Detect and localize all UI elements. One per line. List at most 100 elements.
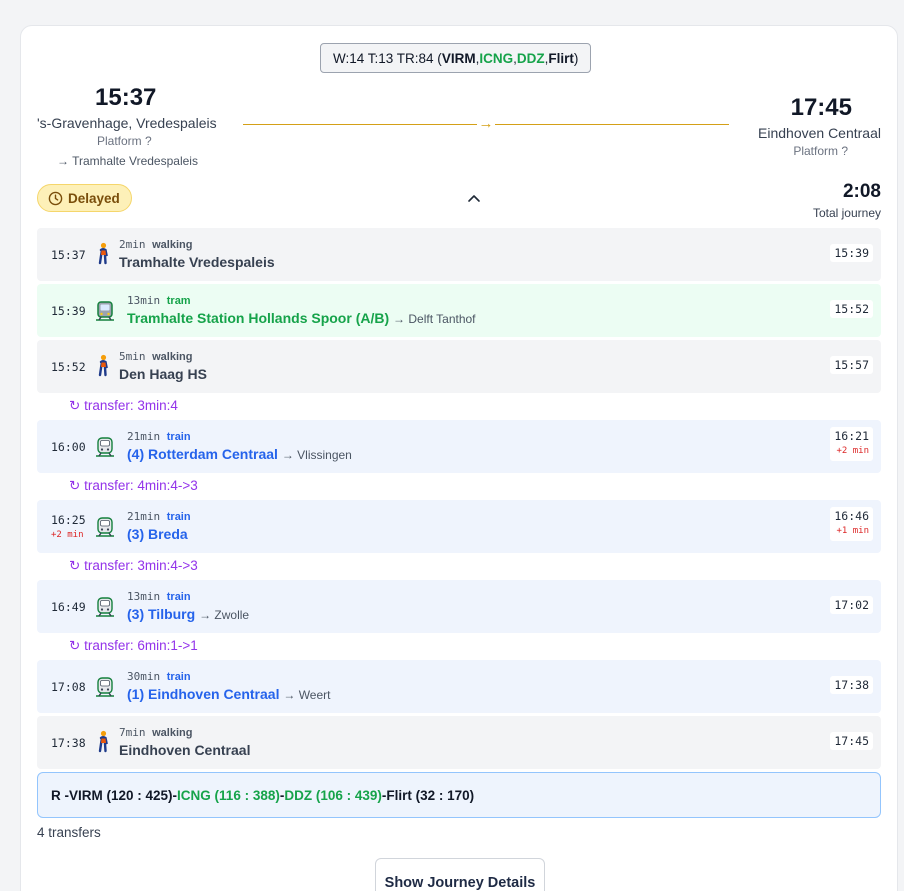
journey-leg[interactable]: 16:00 21min train (4) Rotterdam Centraal →… [37,420,881,473]
leg-stop-label: (4) Rotterdam Centraal [127,446,278,462]
leg-stop-label: Tramhalte Station Hollands Spoor (A/B) [127,310,390,326]
clock-icon [48,191,63,205]
transfer-text: transfer: 3min:4 [84,398,178,413]
leg-stop-name: Eindhoven Centraal [119,742,250,758]
summary-part-flirt: Flirt (32 : 170) [386,787,475,803]
departure-walk-to: → Tramhalte Vredespaleis [57,154,198,168]
leg-duration-value: 2min [119,238,146,251]
leg-stop-label: Eindhoven Centraal [119,742,251,758]
leg-direction: → Delft Tanthof [393,312,476,326]
journey-leg[interactable]: 15:37 2min walking Tramhalte Vredespaleis 1… [37,228,881,281]
transfer-info: ↻ transfer: 6min:1->1 [69,638,198,654]
route-arrow-icon: → [477,114,495,134]
leg-stop-label: Den Haag HS [119,366,207,382]
leg-end-time-box: 17:02 [830,596,873,614]
leg-mode: train [166,511,191,523]
journey-leg[interactable]: 16:49 13min train (3) Tilburg → Zwolle 17:0… [37,580,881,633]
summary-prefix: R - [51,787,69,803]
transfer-icon: ↻ [69,398,81,413]
leg-duration: 13min train [127,590,191,603]
summary-part-icng: ICNG (116 : 388) [177,787,280,803]
tram-icon [93,299,117,323]
leg-end-time: 15:57 [834,358,869,372]
leg-end-time-box: 16:21 +2 min [830,427,873,461]
leg-end-delay: +1 min [836,526,869,536]
transfer-info: ↻ transfer: 3min:4 [69,398,178,414]
show-journey-details-button[interactable]: Show Journey Details [375,858,545,891]
leg-mode: train [166,431,191,443]
leg-duration: 21min train [127,430,191,443]
leg-end-time: 16:46 [834,509,869,523]
leg-stop-label: Tramhalte Vredespaleis [119,254,275,270]
leg-direction: → Weert [283,688,331,702]
leg-stop-name: (3) Breda [127,526,188,542]
transfer-info: ↻ transfer: 4min:4->3 [69,478,198,494]
leg-duration-value: 5min [119,350,146,363]
leg-end-time: 17:45 [834,734,869,748]
leg-mode: tram [166,295,191,307]
badge-unit-flirt: Flirt [548,50,574,66]
leg-end-time-box: 17:45 [830,732,873,750]
transfer-info: ↻ transfer: 3min:4->3 [69,558,198,574]
leg-duration-value: 21min [127,430,161,443]
departure-station: 's-Gravenhage, Vredespaleis [37,115,217,131]
leg-duration: 13min tram [127,294,191,307]
composition-badge: W:14 T:13 TR:84 ( VIRM, ICNG, DDZ, Flirt… [320,43,592,73]
leg-stop-name: (3) Tilburg → Zwolle [127,606,249,622]
leg-start-time: 16:00 [51,440,86,454]
departure-platform: Platform ? [97,134,152,148]
leg-duration-value: 13min [127,294,161,307]
journey-leg[interactable]: 16:25 +2 min 21min train (3) Breda 16:46 +1 m… [37,500,881,553]
transfer-text: transfer: 3min:4->3 [84,558,198,573]
total-journey-label: Total journey [812,206,881,220]
badge-unit-virm: VIRM [441,50,476,66]
summary-part-ddz: DDZ (106 : 439) [284,787,382,803]
journey-leg[interactable]: 17:08 30min train (1) Eindhoven Centraal →… [37,660,881,713]
leg-duration: 30min train [127,670,191,683]
arrival-time: 17:45 [790,94,852,121]
train-icon [93,675,117,699]
summary-part-virm: VIRM (120 : 425) [69,787,173,803]
leg-stop-label: (3) Tilburg [127,606,196,622]
walking-person-icon [95,354,111,378]
leg-duration-value: 7min [119,726,146,739]
leg-end-time-box: 17:38 [830,676,873,694]
leg-end-time: 17:38 [834,678,869,692]
transfer-icon: ↻ [69,558,81,573]
delayed-badge: Delayed [37,184,132,212]
leg-start-time: 15:39 [51,304,86,318]
status-label: Delayed [68,190,120,206]
leg-mode: walking [152,239,193,251]
leg-end-time-box: 16:46 +1 min [830,507,873,541]
journey-leg[interactable]: 15:52 5min walking Den Haag HS 15:57 [37,340,881,393]
leg-direction: → Vlissingen [281,448,352,462]
leg-duration: 7min walking [119,726,192,739]
leg-mode: train [166,591,191,603]
journey-leg[interactable]: 15:39 13min tram Tramhalte Station Holland… [37,284,881,337]
leg-duration-value: 13min [127,590,161,603]
leg-duration: 5min walking [119,350,192,363]
leg-start-time: 17:38 [51,736,86,750]
composition-summary: R - VIRM (120 : 425) - ICNG (116 : 388) … [37,772,881,818]
badge-unit-icng: ICNG [479,50,514,66]
badge-prefix: W:14 T:13 TR:84 ( [333,50,442,66]
leg-end-time-box: 15:52 [830,300,873,318]
chevron-up-icon[interactable] [465,189,483,207]
leg-start-time: 15:52 [51,360,86,374]
leg-start-time: 16:49 [51,600,86,614]
badge-unit-ddz: DDZ [516,50,545,66]
train-icon [93,515,117,539]
arrival-platform: Platform ? [793,144,848,158]
leg-duration-value: 21min [127,510,161,523]
leg-end-time: 15:52 [834,302,869,316]
leg-stop-name: (1) Eindhoven Centraal → Weert [127,686,330,702]
arrival-station: Eindhoven Centraal [758,125,881,141]
leg-stop-name: Tramhalte Vredespaleis [119,254,275,270]
leg-start-time: 16:25 [51,513,86,527]
leg-end-time-box: 15:57 [830,356,873,374]
leg-duration: 21min train [127,510,191,523]
leg-direction: → Zwolle [199,608,250,622]
transfer-icon: ↻ [69,638,81,653]
transfer-text: transfer: 4min:4->3 [84,478,198,493]
journey-leg[interactable]: 17:38 7min walking Eindhoven Centraal 17:45 [37,716,881,769]
